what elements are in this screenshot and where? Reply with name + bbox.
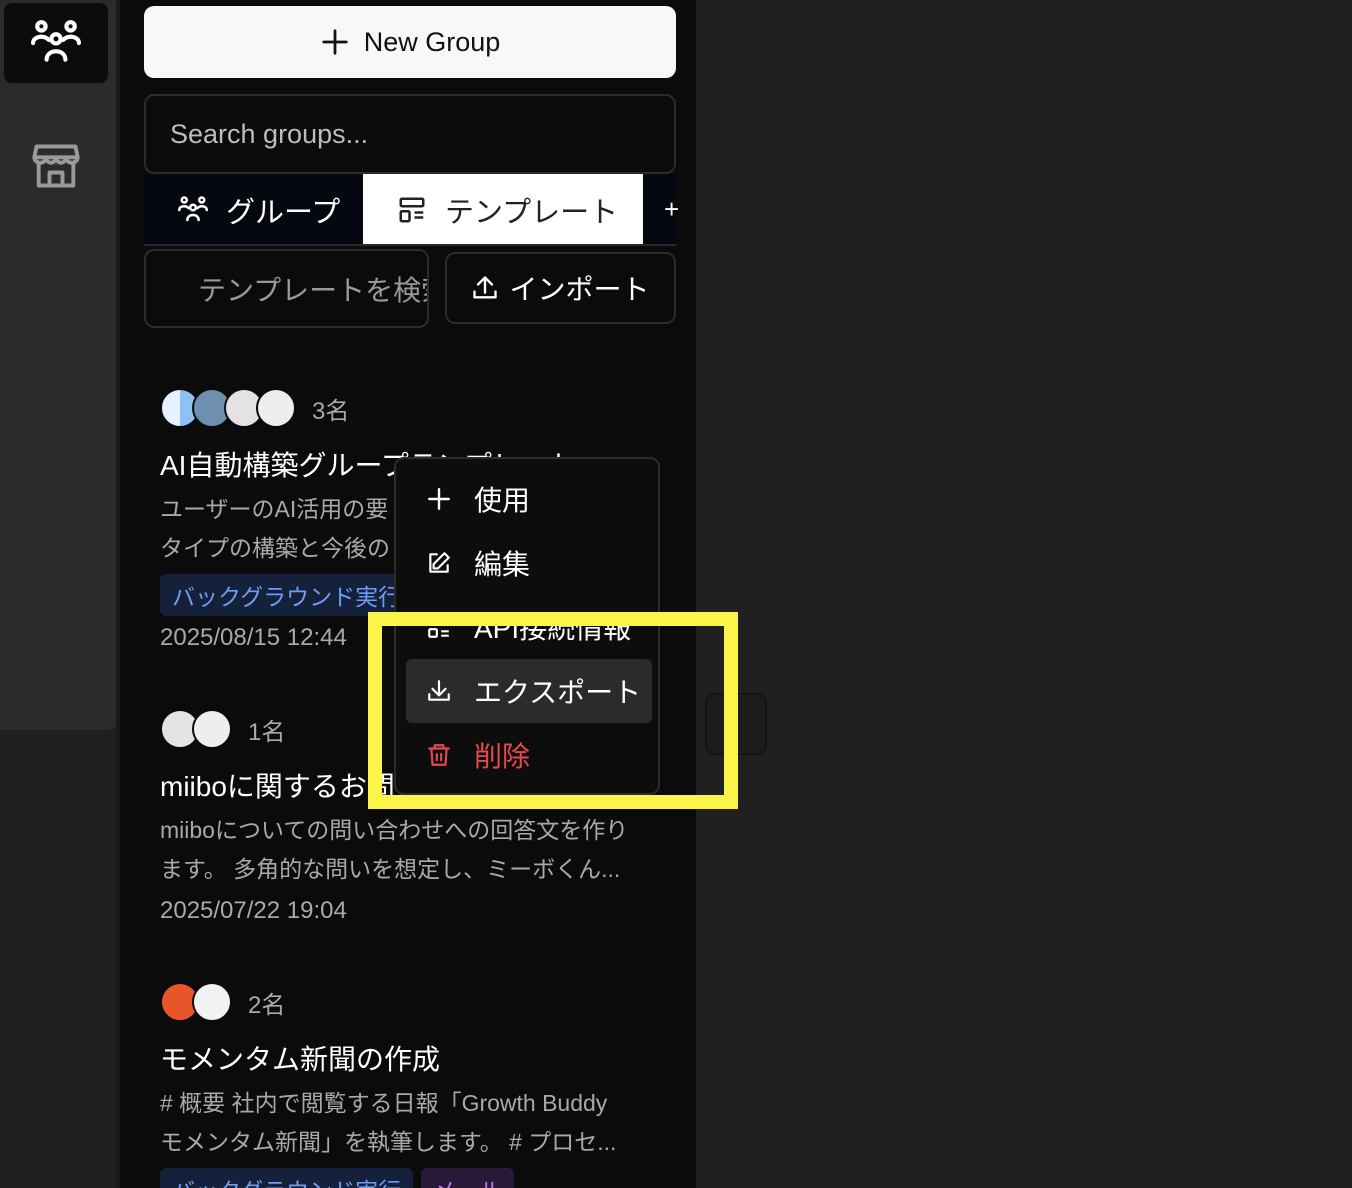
menu-item-label: 編集 [474, 549, 531, 580]
search-groups-placeholder: Search groups... [170, 118, 369, 149]
menu-item-label: 使用 [474, 485, 531, 516]
tab-bar: グループ テンプレート + [144, 174, 679, 246]
card-description-line: # 概要 社内で閲覧する日報「Growth Buddy [160, 1090, 608, 1116]
tabs-underline [144, 244, 676, 246]
groups-icon [178, 196, 208, 222]
plus-icon [428, 488, 450, 510]
tag-background: バックグラウンド実行 [160, 574, 414, 616]
avatar-stack: 3名 [160, 386, 660, 430]
card-date: 2025/07/22 19:04 [160, 897, 347, 924]
template-icon [399, 197, 425, 223]
card-description: miiboについての問い合わせへの回答文を作り ます。 多角的な問いを想定し、ミ… [160, 811, 660, 889]
card-description: # 概要 社内で閲覧する日報「Growth Buddy モメンタム新聞」を執筆し… [160, 1084, 660, 1162]
member-count: 1名 [248, 718, 286, 746]
import-label: インポート [509, 274, 650, 305]
import-button[interactable]: インポート [445, 252, 676, 324]
avatar-stack: 2名 [160, 980, 660, 1024]
card-description-line: miiboについての問い合わせへの回答文を作り [160, 817, 629, 843]
template-search-placeholder: テンプレートを検索 [198, 274, 429, 306]
edit-icon [429, 552, 450, 573]
card-description-line: ます。 多角的な問いを想定し、ミーボくん... [160, 856, 621, 882]
rail-store-button[interactable] [4, 126, 108, 206]
tab-templates[interactable]: テンプレート [363, 174, 643, 246]
new-group-button[interactable]: New Group [144, 6, 676, 78]
search-groups-input[interactable]: Search groups... [144, 94, 676, 174]
tab-groups-label: グループ [226, 197, 341, 229]
rail-groups-button[interactable] [4, 3, 108, 83]
card-tags: バックグラウンド実行 メール [160, 1168, 660, 1188]
menu-item-edit[interactable]: 編集 [406, 531, 652, 595]
add-tab-button[interactable]: + [664, 194, 679, 225]
template-card[interactable]: 2名 モメンタム新聞の作成 # 概要 社内で閲覧する日報「Growth Budd… [160, 980, 660, 1188]
menu-item-use[interactable]: 使用 [406, 467, 652, 531]
tab-templates-label: テンプレート [445, 197, 619, 229]
upload-icon [473, 276, 498, 299]
avatar [256, 388, 296, 428]
tag-mail: メール [421, 1168, 515, 1188]
member-count: 3名 [312, 397, 350, 425]
avatar [192, 709, 232, 749]
groups-icon [31, 20, 81, 62]
plus-icon [322, 29, 348, 55]
highlight-box [368, 612, 738, 809]
app-rail [0, 0, 118, 730]
template-search-input[interactable]: テンプレートを検索 [144, 249, 429, 328]
card-title: モメンタム新聞の作成 [160, 1044, 441, 1075]
store-icon [32, 144, 80, 188]
tab-groups[interactable]: グループ [144, 174, 363, 246]
avatar [192, 982, 232, 1022]
card-description-line: モメンタム新聞」を執筆します。 # プロセ... [160, 1129, 617, 1155]
member-count: 2名 [248, 991, 286, 1019]
new-group-label: New Group [363, 26, 501, 57]
tag-background: バックグラウンド実行 [160, 1168, 414, 1188]
